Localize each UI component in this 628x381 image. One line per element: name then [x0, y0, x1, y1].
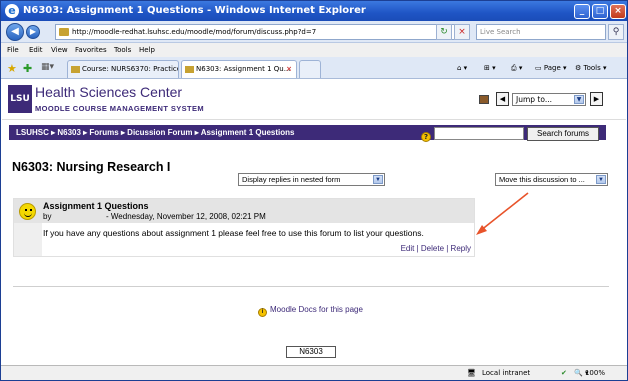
- info-icon: i: [258, 308, 267, 317]
- annotation-arrow: [476, 192, 529, 235]
- menu-bar: File Edit View Favorites Tools Help: [1, 43, 627, 57]
- menu-edit[interactable]: Edit: [29, 43, 43, 57]
- tools-menu[interactable]: ⚙ Tools ▾: [575, 59, 607, 77]
- address-bar-row: ◀ ▶ http://moodle-redhat.lsuhsc.edu/mood…: [1, 21, 627, 43]
- reply-link[interactable]: Reply: [451, 244, 471, 253]
- chevron-down-icon: ▼: [574, 95, 584, 104]
- status-bar: 🖥 Local intranet ✔ 🔍 100% ▾: [1, 365, 627, 380]
- feeds-icon[interactable]: ⊞ ▾: [484, 59, 496, 77]
- home-icon[interactable]: ⌂ ▾: [457, 59, 467, 77]
- delete-link[interactable]: Delete: [421, 244, 444, 253]
- divider: [13, 286, 609, 287]
- docs-book-icon[interactable]: [479, 95, 489, 104]
- moodle-docs-link[interactable]: i Moodle Docs for this page: [258, 305, 363, 317]
- jump-to-select[interactable]: Jump to... ▼: [512, 93, 586, 106]
- intranet-icon: 🖥: [467, 369, 476, 377]
- address-url: http://moodle-redhat.lsuhsc.edu/moodle/m…: [72, 28, 317, 36]
- minimize-button[interactable]: _: [574, 4, 590, 19]
- page-menu-label: Page: [543, 64, 561, 72]
- quick-tabs-icon[interactable]: ▦▾: [41, 62, 54, 72]
- print-icon[interactable]: ⎙ ▾: [511, 59, 522, 77]
- tab-bar: ★ ✚ ▦▾ Course: NURS6370: Practice ... N6…: [1, 57, 627, 79]
- tab-course[interactable]: Course: NURS6370: Practice ...: [67, 60, 179, 78]
- chevron-down-icon: ▼: [596, 175, 606, 184]
- tab-course-label: Course: NURS6370: Practice ...: [82, 65, 179, 73]
- lsu-logo[interactable]: LSU: [8, 85, 32, 113]
- tab-favicon-icon: [71, 66, 80, 73]
- user-avatar[interactable]: [19, 203, 36, 220]
- post-author-label: by: [43, 212, 52, 221]
- edit-link[interactable]: Edit: [401, 244, 415, 253]
- site-title: Health Sciences Center: [35, 84, 183, 100]
- move-discussion-select[interactable]: Move this discussion to ... ▼: [495, 173, 608, 186]
- stop-icon[interactable]: ×: [454, 24, 470, 40]
- prev-activity-button[interactable]: ◀: [496, 92, 509, 106]
- menu-view[interactable]: View: [51, 43, 68, 57]
- post-message: If you have any questions about assignme…: [43, 228, 424, 238]
- post-side: [14, 223, 42, 256]
- chevron-down-icon: ▼: [373, 175, 383, 184]
- tools-menu-label: Tools: [583, 64, 601, 72]
- zoom-value: 100%: [584, 369, 605, 377]
- post-date: - Wednesday, November 12, 2008, 02:21 PM: [106, 212, 266, 221]
- favorites-star-icon[interactable]: ★: [7, 62, 17, 75]
- moodle-docs-label: Moodle Docs for this page: [270, 305, 363, 314]
- maximize-button[interactable]: □: [592, 4, 608, 19]
- close-tab-icon[interactable]: ×: [286, 61, 292, 78]
- refresh-icon[interactable]: ↻: [436, 24, 452, 40]
- site-subtitle: MOODLE COURSE MANAGEMENT SYSTEM: [35, 104, 205, 113]
- page-menu[interactable]: ▭ Page ▾: [535, 59, 567, 77]
- help-icon[interactable]: ?: [421, 132, 431, 142]
- site-header: LSU Health Sciences Center MOODLE COURSE…: [2, 80, 626, 120]
- title-bar: e N6303: Assignment 1 Questions - Window…: [1, 1, 627, 21]
- page-favicon-icon: [59, 28, 69, 36]
- menu-file[interactable]: File: [7, 43, 19, 57]
- menu-tools[interactable]: Tools: [114, 43, 131, 57]
- post-subject: Assignment 1 Questions: [43, 201, 149, 211]
- forum-post: Assignment 1 Questions by - Wednesday, N…: [13, 198, 475, 257]
- forum-search-input[interactable]: [434, 127, 524, 140]
- forward-icon[interactable]: ▶: [26, 25, 40, 39]
- next-activity-button[interactable]: ▶: [590, 92, 603, 106]
- course-home-button[interactable]: N6303: [286, 346, 336, 358]
- live-search-input[interactable]: Live Search: [476, 24, 606, 40]
- tab-assignment[interactable]: N6303: Assignment 1 Qu... ×: [181, 60, 297, 78]
- jump-to-label: Jump to...: [516, 95, 552, 104]
- security-zone: Local intranet: [482, 369, 531, 377]
- post-header: Assignment 1 Questions by - Wednesday, N…: [14, 199, 474, 223]
- page-title: N6303: Nursing Research I: [12, 160, 171, 174]
- move-discussion-label: Move this discussion to ...: [499, 175, 585, 184]
- window-title: N6303: Assignment 1 Questions - Windows …: [23, 5, 366, 16]
- search-forums-button[interactable]: Search forums: [527, 127, 599, 141]
- post-commands: Edit | Delete | Reply: [401, 244, 471, 253]
- display-mode-select[interactable]: Display replies in nested form ▼: [238, 173, 385, 186]
- display-mode-label: Display replies in nested form: [242, 175, 341, 184]
- ie-logo-icon: e: [5, 4, 19, 18]
- browser-window: e N6303: Assignment 1 Questions - Window…: [0, 0, 628, 381]
- page-content: LSU Health Sciences Center MOODLE COURSE…: [2, 80, 626, 365]
- address-field[interactable]: http://moodle-redhat.lsuhsc.edu/moodle/m…: [55, 24, 467, 40]
- zoom-level[interactable]: 🔍 100% ▾: [574, 366, 605, 380]
- new-tab[interactable]: [299, 60, 321, 78]
- menu-favorites[interactable]: Favorites: [75, 43, 107, 57]
- tab-favicon-icon: [185, 66, 194, 73]
- menu-help[interactable]: Help: [139, 43, 155, 57]
- close-button[interactable]: ×: [610, 4, 626, 19]
- add-favorites-icon[interactable]: ✚: [23, 62, 32, 75]
- protected-mode-icon: ✔: [561, 369, 567, 377]
- tab-assignment-label: N6303: Assignment 1 Qu...: [196, 65, 291, 73]
- search-icon[interactable]: ⚲: [608, 24, 624, 40]
- back-icon[interactable]: ◀: [6, 23, 24, 41]
